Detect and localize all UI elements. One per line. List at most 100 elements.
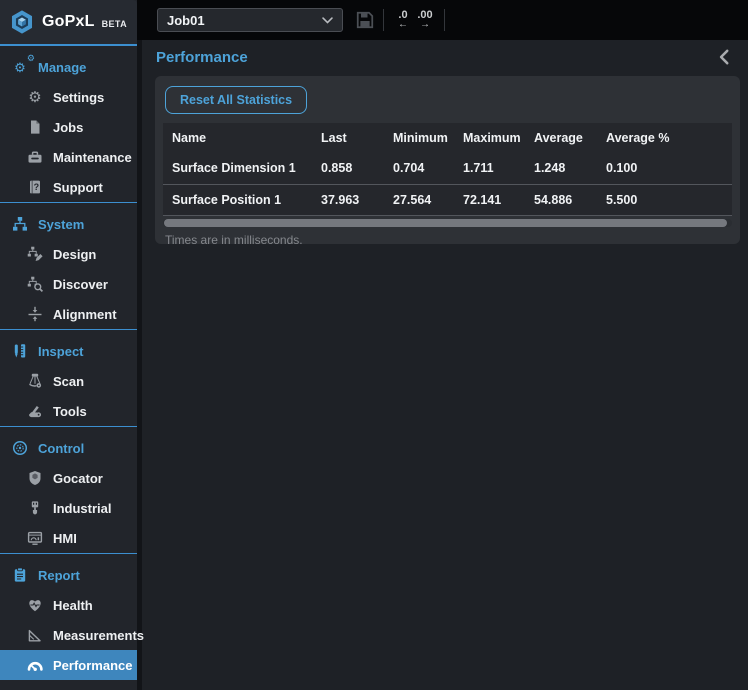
- app-name: GoPxL: [42, 13, 95, 31]
- table-row: Surface Position 1 37.963 27.564 72.141 …: [163, 184, 732, 215]
- sidebar-item-discover[interactable]: Discover: [0, 269, 137, 299]
- sidebar-header-control: Control: [0, 433, 137, 463]
- sidebar-item-label: Gocator: [53, 471, 103, 486]
- performance-panel: Reset All Statistics Name Last Minimum M…: [155, 76, 740, 244]
- section-label: System: [38, 217, 84, 232]
- save-job-button[interactable]: [355, 10, 375, 30]
- decimal-decrease-button[interactable]: .0 ←: [392, 10, 414, 30]
- sidebar-section-inspect: Inspect Scan Tools: [0, 330, 137, 427]
- toolbar-separator: [383, 9, 384, 31]
- arrow-left-icon: ←: [398, 20, 408, 30]
- cell-average: 1.248: [534, 153, 606, 184]
- sidebar-item-tools[interactable]: Tools: [0, 396, 137, 426]
- job-dropdown[interactable]: Job01: [157, 8, 343, 32]
- sidebar-item-label: Industrial: [53, 501, 112, 516]
- toolbar-separator: [444, 9, 445, 31]
- cell-average-pct: 0.100: [606, 153, 732, 184]
- table-row: Surface Dimension 1 0.858 0.704 1.711 1.…: [163, 153, 732, 184]
- gear-icon: ⚙: [26, 88, 44, 106]
- svg-text:?: ?: [34, 182, 40, 192]
- page-title: Performance: [156, 49, 716, 66]
- sidebar-item-label: Maintenance: [53, 150, 132, 165]
- sidebar-header-system: System: [0, 209, 137, 239]
- dial-icon: [11, 439, 29, 457]
- sidebar-item-scan[interactable]: Scan: [0, 366, 137, 396]
- cell-average-pct: 5.500: [606, 184, 732, 215]
- sidebar-item-label: Discover: [53, 277, 108, 292]
- reset-all-statistics-button[interactable]: Reset All Statistics: [165, 86, 307, 114]
- sidebar-header-manage: ⚙⚙ Manage: [0, 52, 137, 82]
- column-header-minimum: Minimum: [393, 123, 463, 153]
- sidebar-item-label: Tools: [53, 404, 87, 419]
- sidebar-section-control: Control Gocator Industrial HMI: [0, 427, 137, 554]
- beta-badge: BETA: [102, 19, 127, 29]
- sidebar-header-report: Report: [0, 560, 137, 590]
- section-label: Inspect: [38, 344, 84, 359]
- arrow-right-icon: →: [420, 20, 430, 30]
- sidebar-item-label: Measurements: [53, 628, 144, 643]
- sidebar: GoPxL BETA ⚙⚙ Manage ⚙ Settings Jobs Mai…: [0, 0, 137, 690]
- horizontal-scrollbar-track: [163, 219, 732, 227]
- collapse-panel-button[interactable]: [716, 48, 734, 66]
- align-arrows-icon: [26, 305, 44, 323]
- sidebar-item-label: Settings: [53, 90, 104, 105]
- clipboard-icon: [11, 566, 29, 584]
- sidebar-item-support[interactable]: ? Support: [0, 172, 137, 202]
- sidebar-item-industrial[interactable]: Industrial: [0, 493, 137, 523]
- sidebar-section-manage: ⚙⚙ Manage ⚙ Settings Jobs Maintenance ? …: [0, 46, 137, 203]
- column-header-maximum: Maximum: [463, 123, 534, 153]
- gopxl-cube-logo-icon: [9, 9, 35, 35]
- sidebar-item-settings[interactable]: ⚙ Settings: [0, 82, 137, 112]
- gears-icon: ⚙⚙: [11, 58, 29, 76]
- cell-last: 37.963: [321, 184, 393, 215]
- heart-pulse-icon: [26, 596, 44, 614]
- sidebar-item-maintenance[interactable]: Maintenance: [0, 142, 137, 172]
- sidebar-item-performance[interactable]: Performance: [0, 650, 137, 680]
- network-pencil-icon: [26, 245, 44, 263]
- pen-ruler-icon: [11, 342, 29, 360]
- cell-average: 54.886: [534, 184, 606, 215]
- sidebar-item-measurements[interactable]: Measurements: [0, 620, 137, 650]
- network-nodes-icon: [11, 215, 29, 233]
- column-header-average-pct: Average %: [606, 123, 732, 153]
- sidebar-item-gocator[interactable]: Gocator: [0, 463, 137, 493]
- toolbox-icon: [26, 148, 44, 166]
- main-content: Performance Reset All Statistics Name La…: [137, 40, 748, 690]
- app-logo: GoPxL BETA: [0, 0, 137, 46]
- decimal-increase-button[interactable]: .00 →: [414, 10, 436, 30]
- cell-minimum: 0.704: [393, 153, 463, 184]
- column-header-average: Average: [534, 123, 606, 153]
- sensor-shield-icon: [26, 469, 44, 487]
- topbar: Job01 .0 ← .00 →: [137, 0, 748, 40]
- documents-icon: [26, 118, 44, 136]
- gauge-icon: [26, 656, 44, 674]
- cell-name: Surface Position 1: [163, 184, 321, 215]
- plug-icon: [26, 499, 44, 517]
- statistics-table: Name Last Minimum Maximum Average Averag…: [163, 123, 732, 216]
- sidebar-item-alignment[interactable]: Alignment: [0, 299, 137, 329]
- sidebar-item-hmi[interactable]: HMI: [0, 523, 137, 553]
- sidebar-item-jobs[interactable]: Jobs: [0, 112, 137, 142]
- sidebar-item-label: Design: [53, 247, 96, 262]
- job-dropdown-value: Job01: [167, 13, 321, 28]
- protractor-icon: [26, 626, 44, 644]
- column-header-name: Name: [163, 123, 321, 153]
- page-header: Performance: [137, 40, 748, 74]
- horizontal-scrollbar-thumb[interactable]: [164, 219, 727, 227]
- sidebar-item-label: Jobs: [53, 120, 83, 135]
- sidebar-item-label: Health: [53, 598, 93, 613]
- section-label: Control: [38, 441, 84, 456]
- cell-name: Surface Dimension 1: [163, 153, 321, 184]
- cell-maximum: 1.711: [463, 153, 534, 184]
- cell-minimum: 27.564: [393, 184, 463, 215]
- network-magnifier-icon: [26, 275, 44, 293]
- sidebar-item-health[interactable]: Health: [0, 590, 137, 620]
- sidebar-header-inspect: Inspect: [0, 336, 137, 366]
- sidebar-item-label: Support: [53, 180, 103, 195]
- cell-maximum: 72.141: [463, 184, 534, 215]
- sidebar-item-design[interactable]: Design: [0, 239, 137, 269]
- section-label: Report: [38, 568, 80, 583]
- sidebar-section-report: Report Health Measurements Performance: [0, 554, 137, 680]
- section-label: Manage: [38, 60, 86, 75]
- monitor-dashboard-icon: [26, 529, 44, 547]
